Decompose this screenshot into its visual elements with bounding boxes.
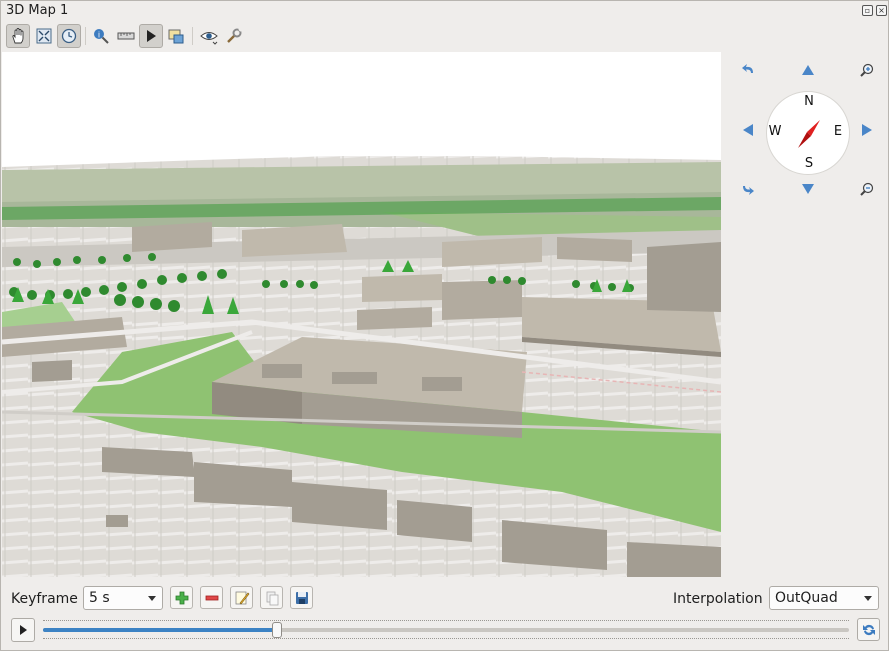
map-toolbar: i [4, 24, 884, 50]
arrow-right-icon [862, 124, 872, 136]
float-window-button[interactable]: ▫ [862, 5, 873, 16]
edit-pencil-icon [235, 591, 249, 604]
keyframe-select-value: 5 s [89, 590, 110, 606]
timeline-bar [1, 615, 888, 645]
arrow-left-icon [743, 124, 753, 136]
zoom-full-icon [36, 28, 52, 44]
zoom-out-button[interactable] [858, 180, 876, 198]
zoom-in-button[interactable] [858, 61, 876, 79]
rotate-cw-icon [743, 186, 754, 195]
camera-control-icon [61, 28, 77, 44]
play-icon [20, 625, 27, 635]
remove-keyframe-button[interactable] [200, 586, 223, 609]
arrow-down-icon [802, 184, 814, 194]
play-animation-button[interactable] [11, 618, 35, 642]
keyframe-label: Keyframe [11, 591, 78, 607]
chevron-down-icon [148, 596, 156, 601]
keyframe-select[interactable]: 5 s [83, 586, 163, 610]
pan-hand-icon [12, 28, 24, 44]
move-left-button[interactable] [739, 121, 757, 139]
animation-play-icon [147, 30, 156, 42]
rotate-cw-button[interactable] [739, 180, 757, 198]
measure-line-button[interactable] [114, 24, 138, 48]
move-up-button[interactable] [799, 61, 817, 79]
timeline-slider-fill [43, 628, 277, 632]
camera-view-button[interactable] [197, 24, 221, 48]
title-bar: 3D Map 1 ▫ × [1, 1, 888, 22]
duplicate-keyframe-button[interactable] [260, 586, 283, 609]
3d-scene-view[interactable] [2, 52, 721, 577]
duplicate-icon [266, 591, 278, 605]
measure-line-icon [117, 32, 135, 40]
timeline-slider-track[interactable] [43, 628, 849, 632]
zoom-in-icon [860, 63, 874, 77]
interpolation-select[interactable]: OutQuad [769, 586, 879, 610]
add-keyframe-button[interactable] [170, 586, 193, 609]
timeline-slider-handle[interactable] [271, 622, 282, 638]
rotate-ccw-button[interactable] [739, 61, 757, 79]
window-title: 3D Map 1 [6, 3, 69, 18]
timeline-ticks-bottom [43, 638, 849, 640]
options-button[interactable] [222, 24, 246, 48]
interpolation-label: Interpolation [673, 591, 763, 607]
zoom-full-button[interactable] [32, 24, 56, 48]
interpolation-select-value: OutQuad [775, 590, 838, 606]
identify-button[interactable]: i [89, 24, 113, 48]
camera-navigation-widget: N S E W [731, 57, 881, 207]
compass[interactable]: N S E W [766, 91, 850, 175]
camera-view-icon [200, 32, 218, 45]
svg-text:i: i [98, 31, 100, 40]
toolbar-separator [85, 27, 86, 45]
keyframe-bar: Keyframe 5 s Interpolation OutQuad [1, 585, 888, 613]
chevron-down-icon [864, 596, 872, 601]
3d-map-window: 3D Map 1 ▫ × i N S E W Keyframe 5 s Inte… [0, 0, 889, 651]
pan-tool-button[interactable] [6, 24, 30, 48]
identify-icon: i [94, 29, 109, 44]
close-window-button[interactable]: × [876, 5, 887, 16]
camera-control-button[interactable] [57, 24, 81, 48]
3d-terrain-rendering [2, 52, 721, 577]
arrow-up-icon [802, 65, 814, 75]
move-right-button[interactable] [858, 121, 876, 139]
rotate-ccw-icon [742, 64, 753, 73]
add-icon [175, 591, 188, 604]
save-animation-button[interactable] [290, 586, 313, 609]
export-scene-icon [168, 29, 184, 44]
toolbar-separator [192, 27, 193, 45]
refresh-icon [862, 624, 875, 635]
edit-keyframe-button[interactable] [230, 586, 253, 609]
zoom-out-icon [860, 182, 874, 196]
loop-button[interactable] [857, 618, 880, 641]
options-wrench-icon [227, 28, 242, 43]
remove-icon [205, 595, 218, 600]
move-down-button[interactable] [799, 180, 817, 198]
save-disk-icon [295, 591, 308, 604]
timeline-ticks-top [43, 620, 849, 622]
export-scene-button[interactable] [164, 24, 188, 48]
compass-needle-icon [798, 120, 820, 148]
animation-button[interactable] [139, 24, 163, 48]
